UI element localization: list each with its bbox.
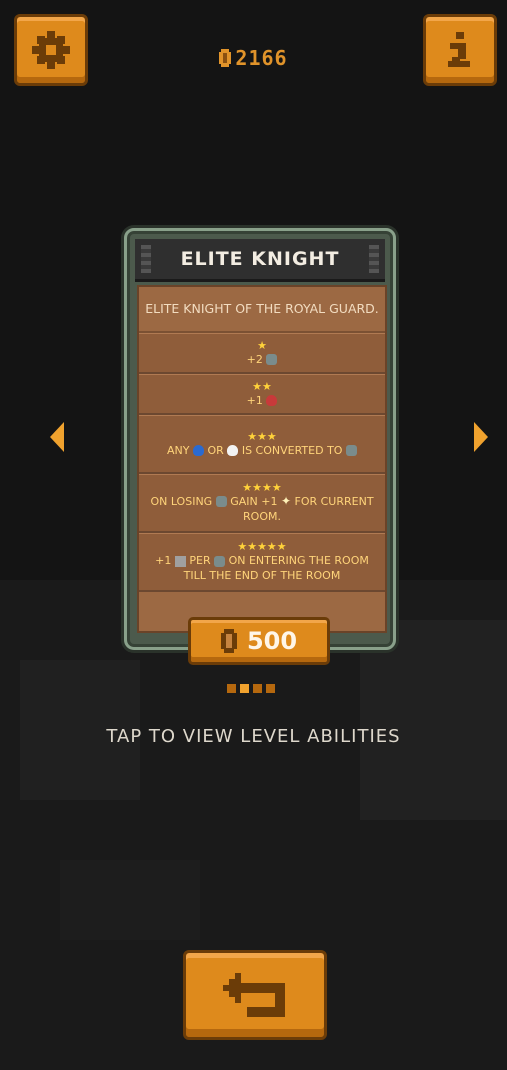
back-button[interactable] [183, 950, 327, 1040]
page-dot [227, 684, 236, 693]
level-text: +2 [246, 352, 263, 366]
info-button[interactable] [423, 14, 497, 86]
card-header: ELITE KNIGHT [135, 239, 385, 282]
skull-icon [215, 496, 227, 508]
level-text: GAIN +1 [230, 494, 278, 508]
hero-description: ELITE KNIGHT OF THE ROYAL GUARD. [139, 287, 385, 333]
background-tile [360, 620, 507, 820]
blue-heart-icon [193, 445, 205, 456]
level-text: IS CONVERTED TO [241, 443, 343, 457]
coin-amount: 2166 [235, 46, 288, 70]
level-stars: ★★★★★ [237, 540, 287, 553]
game-screen: { "header": { "coins": "2166", "settings… [0, 0, 507, 1070]
card-body: ELITE KNIGHT OF THE ROYAL GUARD. ★ +2 ★★ +… [137, 285, 387, 633]
level-stars: ★★★ [247, 429, 277, 443]
sparkle-icon: ✦ [280, 494, 291, 509]
heart-icon [266, 395, 278, 406]
page-dot [240, 684, 249, 693]
page-dot [253, 684, 262, 693]
level-ability: +2 [247, 352, 278, 367]
level-row: ★★★ ANY OR IS CONVERTED TO [139, 415, 385, 474]
skull-icon [214, 555, 226, 567]
level-stars: ★★ [252, 379, 272, 393]
level-text: ON ENTERING THE ROOM TILL THE END OF THE… [183, 554, 369, 582]
tap-hint: TAP TO VIEW LEVEL ABILITIES [106, 726, 401, 747]
level-ability: +1 PER ON ENTERING THE ROOM TILL THE END… [148, 553, 376, 583]
buy-button[interactable]: 500 [188, 617, 330, 665]
back-arrow-icon [223, 973, 285, 1017]
skull-icon [266, 354, 278, 365]
level-ability: +1 [247, 393, 278, 408]
background-tile [60, 860, 200, 940]
hero-name: ELITE KNIGHT [180, 248, 340, 270]
level-stars: ★ [257, 338, 267, 352]
info-icon [448, 32, 470, 67]
boot-icon [174, 555, 186, 567]
level-text: PER [189, 554, 211, 567]
level-ability: ANY OR IS CONVERTED TO [167, 443, 357, 458]
page-indicator [227, 684, 275, 693]
card-rivet [141, 245, 151, 273]
next-arrow-button[interactable] [468, 420, 492, 454]
level-text: +1 [246, 393, 263, 407]
card-rivet [369, 245, 379, 273]
level-ability: ON LOSING GAIN +1 ✦ FOR CURRENT ROOM. [148, 494, 376, 525]
level-text: ANY [167, 443, 190, 457]
level-row: ★★★★★ +1 PER ON ENTERING THE ROOM TILL TH… [139, 533, 385, 592]
page-dot [266, 684, 275, 693]
level-row: ★ +2 [139, 333, 385, 374]
level-stars: ★★★★ [242, 480, 282, 494]
price-amount: 500 [246, 627, 298, 655]
level-row: ★★★★ ON LOSING GAIN +1 ✦ FOR CURRENT ROOM… [139, 474, 385, 533]
hero-card[interactable]: ELITE KNIGHT ELITE KNIGHT OF THE ROYAL G… [124, 228, 396, 650]
coin-icon [219, 49, 232, 67]
level-text: ON LOSING [150, 494, 213, 508]
coin-icon [220, 629, 237, 653]
previous-arrow-button[interactable] [46, 420, 70, 454]
skull-icon [345, 445, 357, 456]
level-row: ★★ +1 [139, 374, 385, 415]
white-heart-icon [227, 445, 239, 456]
level-text: +1 [155, 554, 172, 567]
level-text: OR [207, 443, 224, 457]
